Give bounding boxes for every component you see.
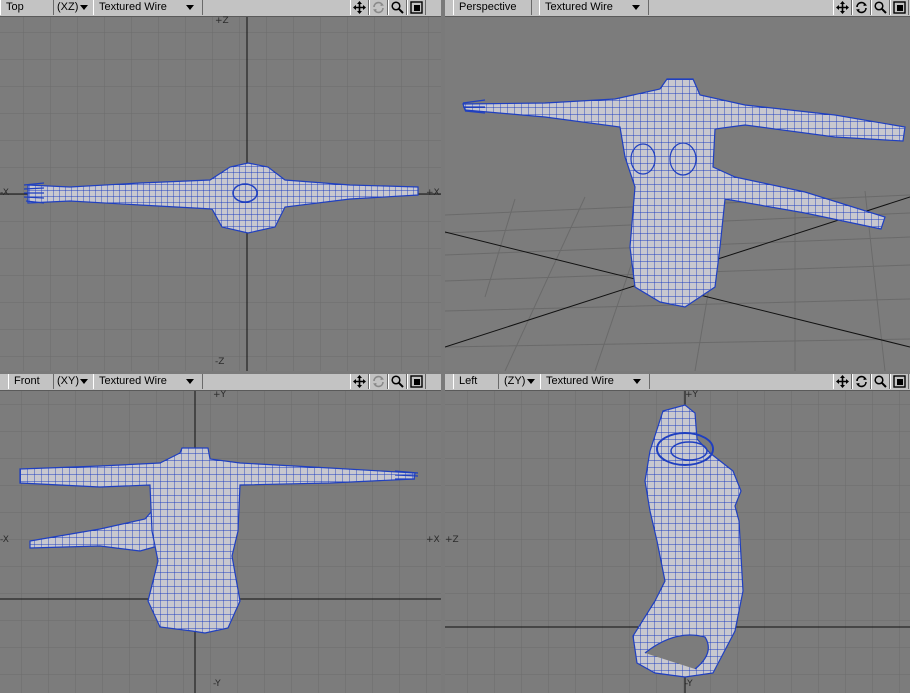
- render-mode-select[interactable]: Textured Wire: [93, 374, 203, 389]
- viewport-perspective[interactable]: Perspective Textured Wire: [445, 0, 910, 371]
- viewport-perspective-canvas[interactable]: [445, 17, 910, 371]
- maximize-icon: [410, 1, 423, 14]
- maximize-icon: [410, 375, 423, 388]
- move-view-button[interactable]: [833, 374, 852, 389]
- axis-top-label: +Y: [685, 390, 699, 400]
- axis-label: (XY): [57, 375, 79, 387]
- maximize-view-button[interactable]: [890, 374, 909, 389]
- maximize-view-button[interactable]: [407, 374, 426, 389]
- zoom-icon: [391, 375, 404, 388]
- render-mode-select[interactable]: Textured Wire: [539, 0, 649, 15]
- viewport-top-toolbar: Top (XZ) Textured Wire: [0, 0, 441, 17]
- maximize-view-button[interactable]: [407, 0, 426, 15]
- render-mode-label: Textured Wire: [545, 1, 613, 13]
- axis-top-label: +Y: [213, 390, 227, 400]
- chevron-down-icon[interactable]: [527, 379, 535, 384]
- chevron-down-icon: [186, 5, 194, 10]
- move-view-button[interactable]: [350, 374, 369, 389]
- chevron-down-icon: [186, 379, 194, 384]
- zoom-view-button[interactable]: [388, 0, 407, 15]
- chevron-down-icon[interactable]: [80, 379, 88, 384]
- viewport-front[interactable]: Front (XY) Textured Wire +Y -Y -X +X: [0, 374, 441, 693]
- viewport-front-canvas[interactable]: +Y -Y -X +X: [0, 390, 441, 693]
- zoom-icon: [874, 1, 887, 14]
- rotate-view-button[interactable]: [852, 374, 871, 389]
- view-type-select[interactable]: Perspective: [453, 0, 532, 15]
- chevron-down-icon[interactable]: [80, 5, 88, 10]
- zoom-view-button[interactable]: [871, 374, 890, 389]
- chevron-down-icon: [632, 5, 640, 10]
- axis-bottom-label: -Y: [213, 679, 221, 689]
- view-type-select[interactable]: Top: [0, 0, 54, 15]
- chevron-down-icon: [633, 379, 641, 384]
- rotate-view-button[interactable]: [369, 0, 388, 15]
- axis-label: (XZ): [57, 1, 79, 13]
- rotate-icon: [856, 375, 867, 388]
- render-mode-select[interactable]: Textured Wire: [540, 374, 650, 389]
- viewport-top[interactable]: Top (XZ) Textured Wire +Z -Z -X +X: [0, 0, 441, 371]
- zoom-view-button[interactable]: [871, 0, 890, 15]
- render-mode-label: Textured Wire: [546, 375, 614, 387]
- zoom-icon: [391, 1, 404, 14]
- viewport-top-canvas[interactable]: +Z -Z -X +X: [0, 16, 441, 371]
- maximize-view-button[interactable]: [890, 0, 909, 15]
- maximize-icon: [893, 375, 906, 388]
- move-view-button[interactable]: [350, 0, 369, 15]
- axis-label: (ZY): [504, 375, 526, 387]
- rotate-view-button[interactable]: [852, 0, 871, 15]
- view-type-label: Perspective: [459, 1, 517, 13]
- view-type-label: Left: [459, 375, 478, 387]
- move-icon: [836, 375, 849, 388]
- axis-right-label: +X: [426, 188, 440, 198]
- rotate-icon: [856, 1, 867, 14]
- maximize-icon: [893, 1, 906, 14]
- move-icon: [353, 1, 366, 14]
- axis-bottom-label: -Z: [215, 357, 225, 367]
- axis-top-label: +Z: [215, 16, 229, 26]
- viewport-perspective-toolbar: Perspective Textured Wire: [445, 0, 910, 17]
- move-icon: [836, 1, 849, 14]
- viewport-left-toolbar: Left (ZY) Textured Wire: [445, 374, 910, 391]
- view-type-label: Top: [6, 1, 24, 13]
- move-icon: [353, 375, 366, 388]
- render-mode-label: Textured Wire: [99, 1, 167, 13]
- rotate-icon: [373, 375, 384, 388]
- viewport-left-canvas[interactable]: +Y -Y +Z: [445, 390, 910, 693]
- zoom-icon: [874, 375, 887, 388]
- rotate-view-button[interactable]: [369, 374, 388, 389]
- viewport-left[interactable]: Left (ZY) Textured Wire +Y -Y +Z: [445, 374, 910, 693]
- axis-left-label: -X: [0, 535, 9, 545]
- view-type-label: Front: [14, 375, 40, 387]
- move-view-button[interactable]: [833, 0, 852, 15]
- viewport-front-toolbar: Front (XY) Textured Wire: [0, 374, 441, 391]
- axis-right-label: +Z: [445, 535, 459, 545]
- rotate-icon: [373, 1, 384, 14]
- axis-right-label: +X: [426, 535, 440, 545]
- render-mode-select[interactable]: Textured Wire: [93, 0, 203, 15]
- axis-bottom-label: -Y: [685, 679, 693, 689]
- view-type-select[interactable]: Left: [453, 374, 499, 389]
- zoom-view-button[interactable]: [388, 374, 407, 389]
- render-mode-label: Textured Wire: [99, 375, 167, 387]
- axis-left-label: -X: [0, 188, 9, 198]
- view-type-select[interactable]: Front: [8, 374, 54, 389]
